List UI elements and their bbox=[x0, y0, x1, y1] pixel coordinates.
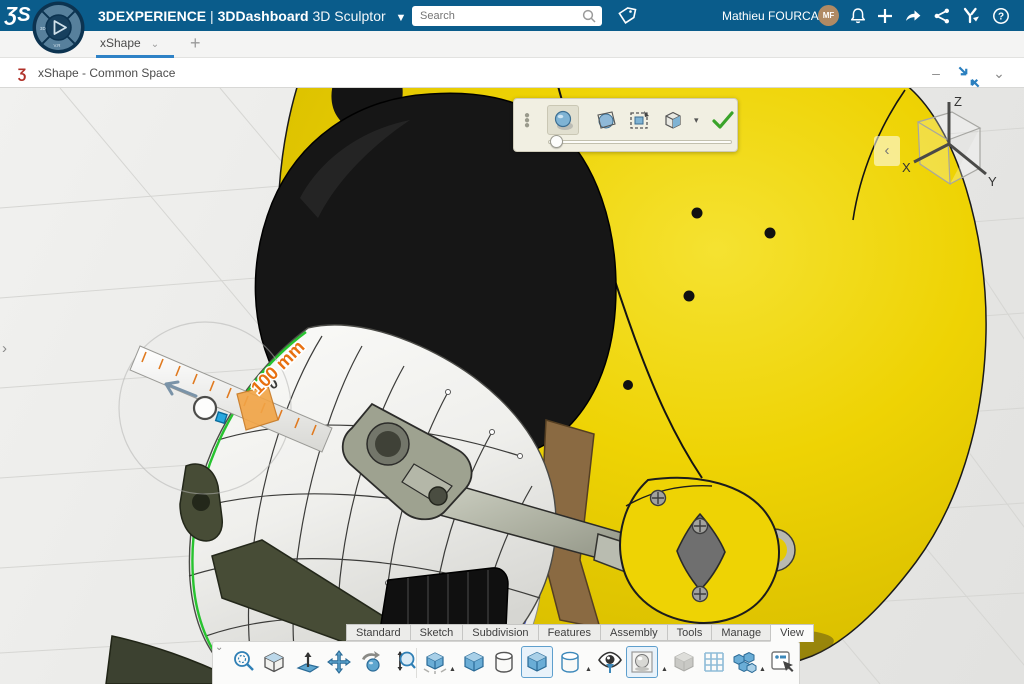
chevron-more-icon[interactable]: ▲ bbox=[759, 666, 766, 673]
shaded-cube-selected-button[interactable] bbox=[521, 646, 553, 678]
brand-app-name: 3D Sculptor bbox=[313, 8, 386, 24]
xshape-application-window: ƷS 3DEXPERIENCE | 3DDashboard 3D Sculpto… bbox=[0, 0, 1024, 684]
handle-circle[interactable] bbox=[194, 397, 216, 419]
fit-all-icon[interactable] bbox=[231, 649, 257, 675]
ambience-sphere-icon bbox=[629, 649, 655, 675]
share-icon[interactable] bbox=[933, 7, 951, 25]
flat-cube-icon[interactable] bbox=[671, 649, 697, 675]
compass-vr-label: V.R bbox=[54, 43, 61, 48]
chevron-down-icon[interactable]: ▾ bbox=[694, 115, 699, 126]
plus-icon[interactable] bbox=[876, 7, 894, 25]
forward-icon[interactable] bbox=[904, 7, 922, 25]
chevron-more-icon[interactable]: ▲ bbox=[585, 666, 592, 673]
tab-assembly[interactable]: Assembly bbox=[600, 624, 667, 641]
restore-window-button[interactable] bbox=[958, 66, 980, 88]
chevron-more-icon[interactable]: ▲ bbox=[661, 666, 668, 673]
hide-show-icon[interactable] bbox=[597, 649, 623, 675]
sphere-shaded-icon bbox=[552, 109, 576, 133]
left-panel-expand-chevron[interactable]: › bbox=[2, 340, 7, 357]
sphere-shaded-button[interactable] bbox=[547, 105, 579, 135]
app-window-header: Ʒ xShape - Common Space – ⌄ bbox=[0, 58, 1024, 88]
3d-viewport[interactable]: 0 100 mm ●●● ▾ bbox=[0, 88, 1024, 684]
tab-subdivision[interactable]: Subdivision bbox=[462, 624, 537, 641]
browser-tab-bar: xShape⌄ + bbox=[0, 31, 1024, 58]
ambience-button[interactable] bbox=[626, 646, 658, 678]
window-menu-chevron[interactable]: ⌄ bbox=[988, 62, 1010, 84]
pan-icon[interactable] bbox=[326, 649, 352, 675]
toolbar-collapse-chevron[interactable]: ⌄ bbox=[215, 642, 223, 653]
search-input[interactable] bbox=[420, 7, 575, 24]
handle-square[interactable] bbox=[216, 412, 227, 423]
smoothness-slider[interactable] bbox=[548, 135, 732, 147]
svg-text:?: ? bbox=[998, 12, 1004, 23]
search-icon bbox=[582, 9, 596, 23]
cylinder-mode-icon[interactable] bbox=[557, 649, 583, 675]
axis-z-label: Z bbox=[954, 94, 962, 109]
chevron-down-icon[interactable]: ⌄ bbox=[151, 39, 159, 50]
cube-mode-icon bbox=[661, 108, 685, 132]
tab-standard[interactable]: Standard bbox=[346, 624, 410, 641]
axis-triad[interactable]: Z X Y bbox=[888, 92, 1003, 200]
rotate-icon[interactable] bbox=[358, 649, 384, 675]
shaded-cube-selected-icon bbox=[524, 649, 550, 675]
brand-3ddashboard: 3DDashboard bbox=[218, 8, 309, 24]
toolbar-separator bbox=[416, 648, 417, 678]
3ds-logo: ƷS bbox=[5, 4, 31, 27]
new-tab-button[interactable]: + bbox=[190, 33, 201, 54]
view-toolbar: ⌄ ▲ ▲ ▲ ▲ bbox=[212, 641, 800, 684]
slider-knob[interactable] bbox=[550, 135, 563, 148]
ok-check-icon[interactable] bbox=[710, 107, 736, 133]
axis-y-label: Y bbox=[988, 174, 997, 189]
avatar[interactable]: MF bbox=[818, 5, 839, 26]
tab-manage[interactable]: Manage bbox=[711, 624, 770, 641]
zoom-icon[interactable] bbox=[391, 649, 417, 675]
help-icon[interactable]: ? bbox=[992, 7, 1010, 25]
shaded-edges-icon[interactable] bbox=[422, 649, 448, 675]
tab-sketch[interactable]: Sketch bbox=[410, 624, 463, 641]
chevron-down-icon[interactable]: ▼ bbox=[396, 12, 407, 24]
wireframe-cylinder-icon[interactable] bbox=[491, 649, 517, 675]
3d-compass[interactable]: 3D V.R bbox=[32, 1, 85, 54]
tab-xshape[interactable]: xShape⌄ bbox=[100, 36, 159, 50]
brand-separator: | bbox=[210, 8, 214, 24]
multi-instance-icon[interactable] bbox=[731, 649, 757, 675]
minimize-button[interactable]: – bbox=[925, 62, 947, 84]
slider-track[interactable] bbox=[548, 140, 732, 144]
iso-view-icon[interactable] bbox=[261, 649, 287, 675]
selection-set-button[interactable] bbox=[624, 105, 656, 135]
app-switcher[interactable]: 3DEXPERIENCE | 3DDashboard 3D Sculptor ▼ bbox=[98, 8, 406, 24]
selection-box-icon bbox=[628, 108, 652, 132]
tab-tools[interactable]: Tools bbox=[667, 624, 712, 641]
axis-x-label: X bbox=[902, 160, 911, 175]
context-toolbar: ●●● ▾ bbox=[513, 98, 738, 152]
chevron-more-icon[interactable]: ▲ bbox=[449, 666, 456, 673]
drag-handle[interactable]: ●●● bbox=[524, 113, 528, 128]
helmet-3d-model[interactable]: 0 100 mm bbox=[0, 88, 1024, 684]
triad-collapse-chevron[interactable]: ‹ bbox=[874, 136, 900, 166]
compass-3d-label: 3D bbox=[40, 26, 46, 31]
tab-view[interactable]: View bbox=[770, 624, 814, 642]
xshape-app-icon: Ʒ bbox=[14, 65, 30, 81]
shaded-cube-icon[interactable] bbox=[461, 649, 487, 675]
sectioning-icon[interactable] bbox=[769, 649, 795, 675]
top-bar: ƷS 3DEXPERIENCE | 3DDashboard 3D Sculpto… bbox=[0, 0, 1024, 31]
window-title: xShape - Common Space bbox=[38, 66, 175, 80]
cage-sphere-icon bbox=[594, 108, 618, 132]
tab-features[interactable]: Features bbox=[538, 624, 600, 641]
cube-mode-button[interactable] bbox=[657, 105, 689, 135]
tag-icon[interactable] bbox=[616, 5, 638, 27]
cage-display-button[interactable] bbox=[590, 105, 622, 135]
action-bar-tabs: Standard Sketch Subdivision Features Ass… bbox=[346, 624, 814, 641]
grid-icon[interactable] bbox=[701, 649, 727, 675]
search-box[interactable] bbox=[412, 6, 602, 26]
normal-to-icon[interactable] bbox=[295, 649, 321, 675]
swym-icon[interactable] bbox=[962, 7, 980, 25]
bell-icon[interactable] bbox=[849, 7, 867, 25]
brand-3dexperience: 3DEXPERIENCE bbox=[98, 8, 206, 24]
